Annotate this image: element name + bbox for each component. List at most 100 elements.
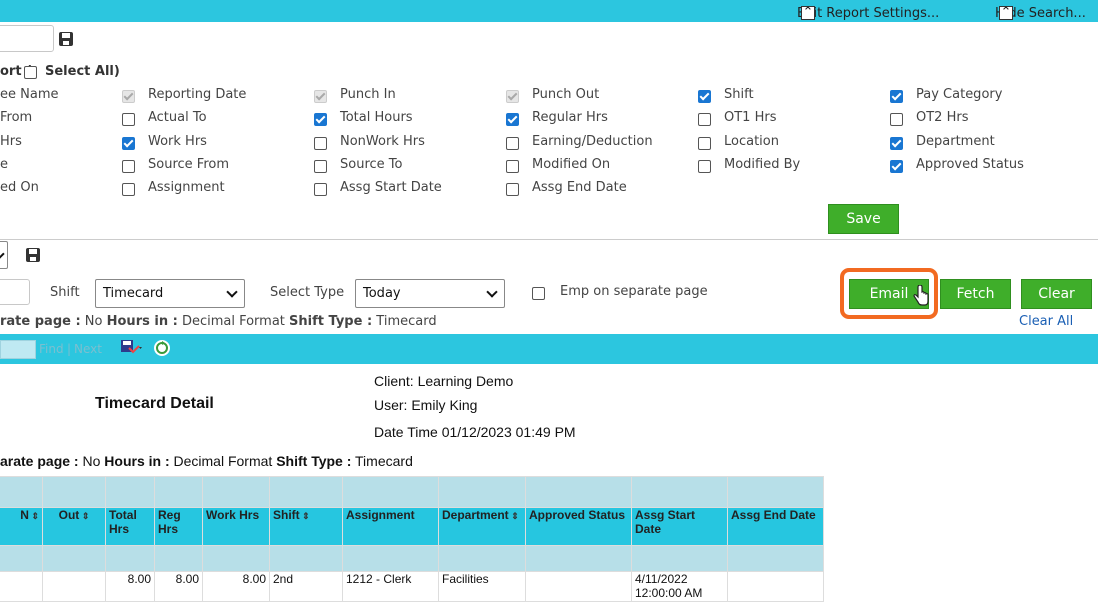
next-link[interactable]: Next [74,342,102,356]
checkbox-label-total-hours: Total Hours [340,110,413,125]
select-type-label: Select Type [270,285,345,300]
checkbox-label-assg-end-date: Assg End Date [532,180,627,195]
column-header[interactable]: Work Hrs [202,507,270,546]
clear-all-link[interactable]: Clear All [1019,314,1073,329]
checkbox-assignment[interactable] [122,183,135,196]
checkbox-label-pay-category: Pay Category [916,87,1003,102]
emp-separate-page-checkbox[interactable] [532,287,545,300]
checkbox-label-location: Location [724,134,779,149]
checkbox-label-work-hrs: Work Hrs [148,134,207,149]
checkbox-label-ee-name: ee Name [0,87,59,102]
checkbox-label-modified-by: Modified By [724,157,801,172]
checkbox-source-to[interactable] [314,160,327,173]
select-all-checkbox[interactable] [24,66,37,79]
checkbox-assg-end-date[interactable] [506,183,519,196]
checkbox-reporting-date [122,90,135,103]
table-group-header-row [0,476,824,508]
report-name-input[interactable] [0,25,54,52]
table-cell [42,571,106,602]
table-cell: 8.00 [105,571,155,602]
checkbox-nonwork-hrs[interactable] [314,137,327,150]
select-all-label: Select All) [45,64,120,79]
sort-icon[interactable]: ⇕ [300,511,310,521]
checkbox-label-source-from: Source From [148,157,229,172]
table-cell [525,571,632,602]
find-input[interactable] [0,340,36,359]
double-chevron-up-icon[interactable]: ⌃ [999,6,1013,20]
checkbox-label-ot2-hrs: OT2 Hrs [916,110,969,125]
refresh-icon[interactable] [154,340,170,356]
table-cell: 8.00 [154,571,203,602]
select-type-select[interactable]: Today [355,279,505,308]
checkbox-actual-to[interactable] [122,113,135,126]
column-header[interactable]: Total Hrs [105,507,155,546]
find-separator: | [67,342,72,356]
table-group-row [0,545,824,572]
checkbox-ot2-hrs[interactable] [890,113,903,126]
table-cell: 1212 - Clerk [342,571,439,602]
column-header[interactable]: Assg End Date [727,507,824,546]
checkbox-label-ot1-hrs: OT1 Hrs [724,110,777,125]
table-cell [0,571,43,602]
report-viewer-toolbar: Find | Next [0,334,1098,364]
checkbox-approved-status[interactable] [890,160,903,173]
report-client: Client: Learning Demo [374,373,514,389]
sort-icon[interactable]: ⇕ [29,511,39,521]
find-link[interactable]: Find [39,342,64,356]
checkbox-label-nonwork-hrs: NonWork Hrs [340,134,425,149]
save-icon[interactable] [59,32,73,46]
column-header[interactable]: Department ⇕ [438,507,526,546]
emp-separate-page-label: Emp on separate page [560,284,708,299]
floppy-export-icon[interactable] [120,339,142,357]
checkbox-modified-by[interactable] [698,160,711,173]
checkbox-location[interactable] [698,137,711,150]
checkbox-work-hrs[interactable] [122,137,135,150]
column-header[interactable]: Reg Hrs [154,507,203,546]
clear-button[interactable]: Clear [1021,279,1092,309]
checkbox-assg-start-date[interactable] [314,183,327,196]
sort-icon[interactable]: ⇕ [509,511,519,521]
section-divider [0,239,1098,240]
table-cell: 4/11/2022 12:00:00 AM [631,571,728,602]
checkbox-label-hrs: Hrs [0,134,22,149]
checkbox-earning-deduction[interactable] [506,137,519,150]
checkbox-label-punch-out: Punch Out [532,87,600,102]
checkbox-label-assg-start-date: Assg Start Date [340,180,442,195]
column-header[interactable]: Out ⇕ [42,507,106,546]
fetch-button[interactable]: Fetch [940,279,1011,309]
checkbox-label-actual-to: Actual To [148,110,207,125]
checkbox-shift[interactable] [698,90,711,103]
checkbox-label-regular-hrs: Regular Hrs [532,110,608,125]
column-header[interactable]: N ⇕ [0,507,43,546]
table-cell: Facilities [438,571,526,602]
checkbox-label-department: Department [916,134,995,149]
save-icon[interactable] [26,248,40,262]
checkbox-department[interactable] [890,137,903,150]
filter-summary: rate page : No Hours in : Decimal Format… [0,314,437,329]
checkbox-label-e: e [0,157,8,172]
table-cell: 2nd [269,571,343,602]
checkbox-label-punch-in: Punch In [340,87,396,102]
column-header[interactable]: Approved Status [525,507,632,546]
column-header[interactable]: Shift ⇕ [269,507,343,546]
double-chevron-up-icon[interactable]: ⌃ [801,6,815,20]
checkbox-label-reporting-date: Reporting Date [148,87,247,102]
checkbox-ot1-hrs[interactable] [698,113,711,126]
checkbox-modified-on[interactable] [506,160,519,173]
column-header[interactable]: Assignment [342,507,439,546]
column-header[interactable]: Assg Start Date [631,507,728,546]
saved-report-select[interactable] [0,241,8,269]
table-header-row: N ⇕ Out ⇕ Total Hrs Reg Hrs Work Hrs Shift ⇕ A… [0,507,824,546]
timecard-table: N ⇕ Out ⇕ Total Hrs Reg Hrs Work Hrs Shift ⇕ A… [0,476,824,602]
checkbox-source-from[interactable] [122,160,135,173]
save-columns-button[interactable]: Save [828,204,899,234]
report-settings-bar: Edit Report Settings... ⌃ Hide Search... ⌃ [0,0,1098,22]
checkbox-total-hours[interactable] [314,113,327,126]
checkbox-regular-hrs[interactable] [506,113,519,126]
table-row: 8.00 8.00 8.00 2nd 1212 - Clerk Facilities 4/1… [0,571,824,602]
employee-input[interactable] [0,279,30,305]
checkbox-pay-category[interactable] [890,90,903,103]
shift-select[interactable]: Timecard [95,279,245,308]
checkbox-punch-out [506,90,519,103]
sort-icon[interactable]: ⇕ [79,511,90,521]
